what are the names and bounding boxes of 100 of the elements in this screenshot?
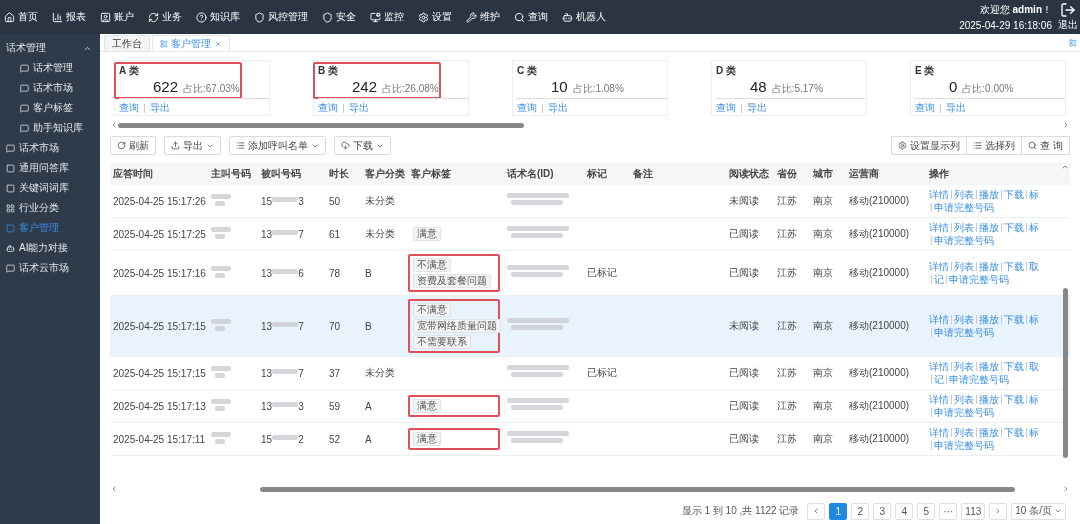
card-link[interactable]: 查询 [119, 101, 139, 115]
sidebar-item[interactable]: 话术市场 [0, 138, 100, 158]
action-link[interactable]: 取 [1029, 260, 1039, 273]
sidebar-item[interactable]: 话术管理 [0, 58, 100, 78]
action-link[interactable]: 下载 [1004, 360, 1024, 373]
nav-item[interactable]: 知识库 [196, 10, 240, 24]
toolbar-button[interactable]: 添加呼叫名单 [229, 136, 326, 155]
action-link[interactable]: 详情 [929, 260, 949, 273]
action-link[interactable]: 详情 [929, 393, 949, 406]
table-row[interactable]: 2025-04-25 15:17:16 13 6 78 B 不满意 资费及套餐问题 已标记 已阅读 江苏 南京 移动(210000) 详情 列表 播放 下载 取 记 申请完整号码 [110, 251, 1070, 296]
card-link[interactable]: 查询 [716, 101, 736, 115]
action-link[interactable]: 列表 [954, 426, 974, 439]
card-link[interactable]: 查询 [915, 101, 935, 115]
sidebar-item[interactable]: 客户管理 [0, 218, 100, 238]
card-link[interactable]: 导出 [946, 101, 966, 115]
tab-menu-icon[interactable] [1069, 39, 1077, 47]
nav-item[interactable]: 首页 [4, 10, 38, 24]
action-link[interactable]: 标 [1029, 393, 1039, 406]
card-link[interactable]: 导出 [747, 101, 767, 115]
toolbar-button[interactable]: 导出 [164, 136, 221, 155]
sidebar-item[interactable]: 客户标签 [0, 98, 100, 118]
action-link[interactable]: 下载 [1004, 393, 1024, 406]
scroll-up-icon[interactable] [1061, 163, 1069, 171]
action-link[interactable]: 播放 [979, 313, 999, 326]
nav-item[interactable]: 机器人 [562, 10, 606, 24]
logout-button[interactable]: 退出 [1058, 2, 1080, 32]
sidebar-item[interactable]: AI能力对接 [0, 238, 100, 258]
action-link[interactable]: 申请完整号码 [934, 439, 994, 452]
scrollbar-thumb[interactable] [259, 486, 1015, 492]
action-link[interactable]: 申请完整号码 [934, 326, 994, 339]
toolbar-button[interactable]: 下载 [334, 136, 391, 155]
nav-item[interactable]: 监控 [370, 10, 404, 24]
scroll-right-icon[interactable] [1062, 121, 1070, 129]
action-link[interactable]: 列表 [954, 260, 974, 273]
nav-item[interactable]: 账户 [100, 10, 134, 24]
action-link[interactable]: 下载 [1004, 260, 1024, 273]
page-button[interactable]: 3 [873, 502, 892, 520]
nav-item[interactable]: 风控管理 [254, 10, 308, 24]
action-link[interactable]: 播放 [979, 426, 999, 439]
nav-item[interactable]: 安全 [322, 10, 356, 24]
toolbar-button[interactable]: 查 询 [1021, 136, 1070, 155]
nav-item[interactable]: 维护 [466, 10, 500, 24]
page-button[interactable]: 113 [961, 502, 986, 520]
nav-item[interactable]: 查询 [514, 10, 548, 24]
action-link[interactable]: 标 [1029, 221, 1039, 234]
sidebar-item[interactable]: 关键词词库 [0, 178, 100, 198]
page-button[interactable]: 5 [917, 502, 936, 520]
scroll-left-icon[interactable] [110, 121, 118, 129]
action-link[interactable]: 播放 [979, 221, 999, 234]
action-link[interactable]: 申请完整号码 [949, 373, 1009, 386]
action-link[interactable]: 详情 [929, 313, 949, 326]
sidebar-item[interactable]: 话术云市场 [0, 258, 100, 278]
action-link[interactable]: 下载 [1004, 221, 1024, 234]
action-link[interactable]: 标 [1029, 188, 1039, 201]
action-link[interactable]: 申请完整号码 [934, 234, 994, 247]
action-link[interactable]: 取 [1029, 360, 1039, 373]
action-link[interactable]: 详情 [929, 426, 949, 439]
toolbar-button[interactable]: 选择列 [966, 136, 1023, 155]
action-link[interactable]: 播放 [979, 260, 999, 273]
action-link[interactable]: 申请完整号码 [949, 273, 1009, 286]
sidebar-item[interactable]: 行业分类 [0, 198, 100, 218]
action-link[interactable]: 播放 [979, 393, 999, 406]
nav-item[interactable]: 设置 [418, 10, 452, 24]
card-link[interactable]: 导出 [150, 101, 170, 115]
action-link[interactable]: 详情 [929, 360, 949, 373]
action-link[interactable]: 记 [934, 273, 944, 286]
page-button[interactable]: 1 [829, 502, 848, 520]
page-button[interactable]: 2 [851, 502, 870, 520]
action-link[interactable]: 申请完整号码 [934, 406, 994, 419]
action-link[interactable]: 播放 [979, 188, 999, 201]
tab[interactable]: 客户管理 [152, 35, 230, 51]
toolbar-button[interactable]: 设置显示列 [891, 136, 968, 155]
sidebar-item[interactable]: 通用问答库 [0, 158, 100, 178]
scroll-left-icon[interactable] [110, 485, 118, 493]
action-link[interactable]: 详情 [929, 188, 949, 201]
close-icon[interactable] [214, 39, 222, 48]
action-link[interactable]: 列表 [954, 393, 974, 406]
action-link[interactable]: 详情 [929, 221, 949, 234]
nav-item[interactable]: 报表 [52, 10, 86, 24]
toolbar-button[interactable]: 刷新 [110, 136, 156, 155]
action-link[interactable]: 下载 [1004, 426, 1024, 439]
table-row[interactable]: 2025-04-25 15:17:15 13 7 70 B 不满意 宽带网络质量问题 不需要联系 未阅读 江苏 南京 移动(210000) 详情 列表 播放 下载 标 申请完整号码 [110, 296, 1070, 357]
sidebar-item[interactable]: 话术管理 [0, 38, 100, 58]
action-link[interactable]: 记 [934, 373, 944, 386]
action-link[interactable]: 标 [1029, 426, 1039, 439]
sidebar-item[interactable]: 助手知识库 [0, 118, 100, 138]
scrollbar-thumb[interactable] [1063, 288, 1068, 458]
card-link[interactable]: 导出 [349, 101, 369, 115]
action-link[interactable]: 列表 [954, 313, 974, 326]
card-link[interactable]: 查询 [318, 101, 338, 115]
action-link[interactable]: 下载 [1004, 313, 1024, 326]
action-link[interactable]: 播放 [979, 360, 999, 373]
scroll-right-icon[interactable] [1062, 485, 1070, 493]
card-link[interactable]: 导出 [548, 101, 568, 115]
tab[interactable]: 工作台 [104, 35, 150, 51]
scrollbar-thumb[interactable] [118, 122, 524, 128]
page-size-select[interactable]: 10 条/页 [1011, 502, 1066, 520]
page-button[interactable]: 4 [895, 502, 914, 520]
action-link[interactable]: 列表 [954, 188, 974, 201]
action-link[interactable]: 申请完整号码 [934, 201, 994, 214]
